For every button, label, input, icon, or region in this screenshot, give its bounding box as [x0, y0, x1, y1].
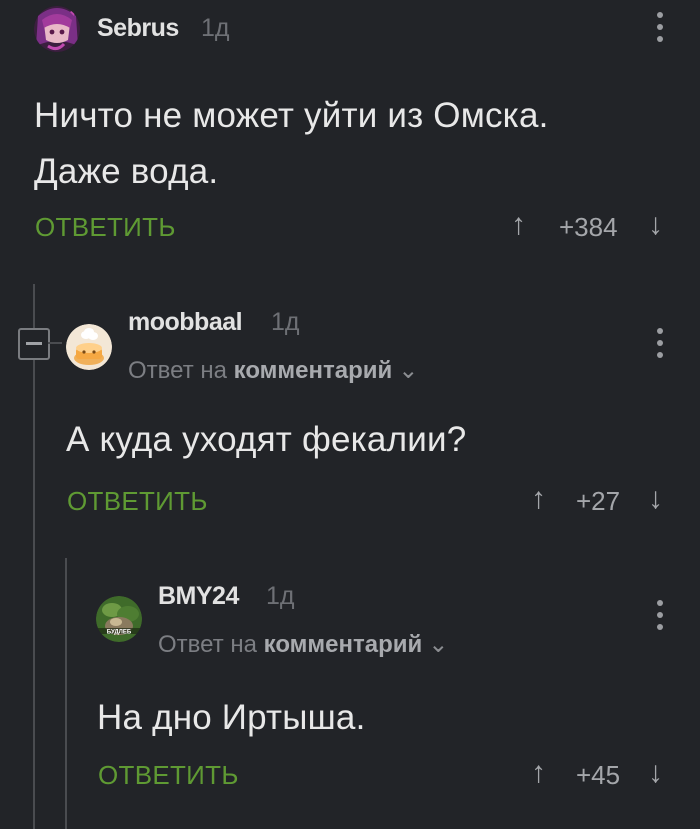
user-avatar[interactable] [66, 324, 112, 370]
more-options-icon[interactable] [650, 600, 670, 634]
username[interactable]: Sebrus [97, 14, 179, 43]
chevron-down-icon[interactable]: ⌄ [398, 356, 418, 385]
comment-text: На дно Иртыша. [97, 698, 366, 737]
thread-connector [48, 342, 62, 344]
chevron-down-icon[interactable]: ⌄ [428, 630, 448, 659]
comment-time: 1д [266, 582, 295, 610]
reply-to-link[interactable]: комментарий [264, 631, 423, 658]
cartoon-cake-avatar-icon [66, 324, 112, 370]
comment-score: +27 [576, 486, 621, 516]
username[interactable]: BMY24 [158, 582, 239, 611]
svg-text:БУДЛЕБ: БУДЛЕБ [107, 629, 132, 635]
nature-photo-avatar-icon: БУДЛЕБ [96, 596, 142, 642]
thread-line-level2[interactable] [65, 558, 67, 829]
reply-to-prefix: Ответ на [158, 631, 257, 658]
upvote-icon[interactable]: ↑ [531, 482, 546, 516]
thread-line-level1[interactable] [33, 284, 35, 829]
user-avatar[interactable]: БУДЛЕБ [96, 596, 142, 642]
reply-button[interactable]: ОТВЕТИТЬ [67, 486, 208, 517]
comment-thread: Sebrus 1д Ничто не может уйти из Омска. … [0, 0, 700, 829]
comment-score: +384 [559, 212, 618, 242]
comment-text-line2: Даже вода. [34, 152, 219, 191]
upvote-icon[interactable]: ↑ [531, 756, 546, 790]
reply-to-label[interactable]: Ответ на комментарий ⌄ [158, 630, 448, 659]
more-options-icon[interactable] [650, 12, 670, 46]
upvote-icon[interactable]: ↑ [511, 208, 526, 242]
downvote-icon[interactable]: ↓ [648, 756, 663, 790]
comment-score: +45 [576, 760, 621, 790]
user-avatar[interactable] [34, 6, 80, 52]
comment-time: 1д [271, 308, 300, 336]
comment-time: 1д [201, 14, 230, 42]
reply-button[interactable]: ОТВЕТИТЬ [98, 760, 239, 791]
reply-to-prefix: Ответ на [128, 357, 227, 384]
more-options-icon[interactable] [650, 328, 670, 362]
downvote-icon[interactable]: ↓ [648, 482, 663, 516]
anime-girl-avatar-icon [34, 6, 80, 52]
reply-to-label[interactable]: Ответ на комментарий ⌄ [128, 356, 418, 385]
collapse-thread-button[interactable] [18, 328, 50, 360]
downvote-icon[interactable]: ↓ [648, 208, 663, 242]
username[interactable]: moobbaal [128, 308, 243, 337]
comment-text: А куда уходят фекалии? [66, 420, 467, 459]
reply-to-link[interactable]: комментарий [234, 357, 393, 384]
comment-text-line1: Ничто не может уйти из Омска. [34, 96, 549, 135]
reply-button[interactable]: ОТВЕТИТЬ [35, 212, 176, 243]
